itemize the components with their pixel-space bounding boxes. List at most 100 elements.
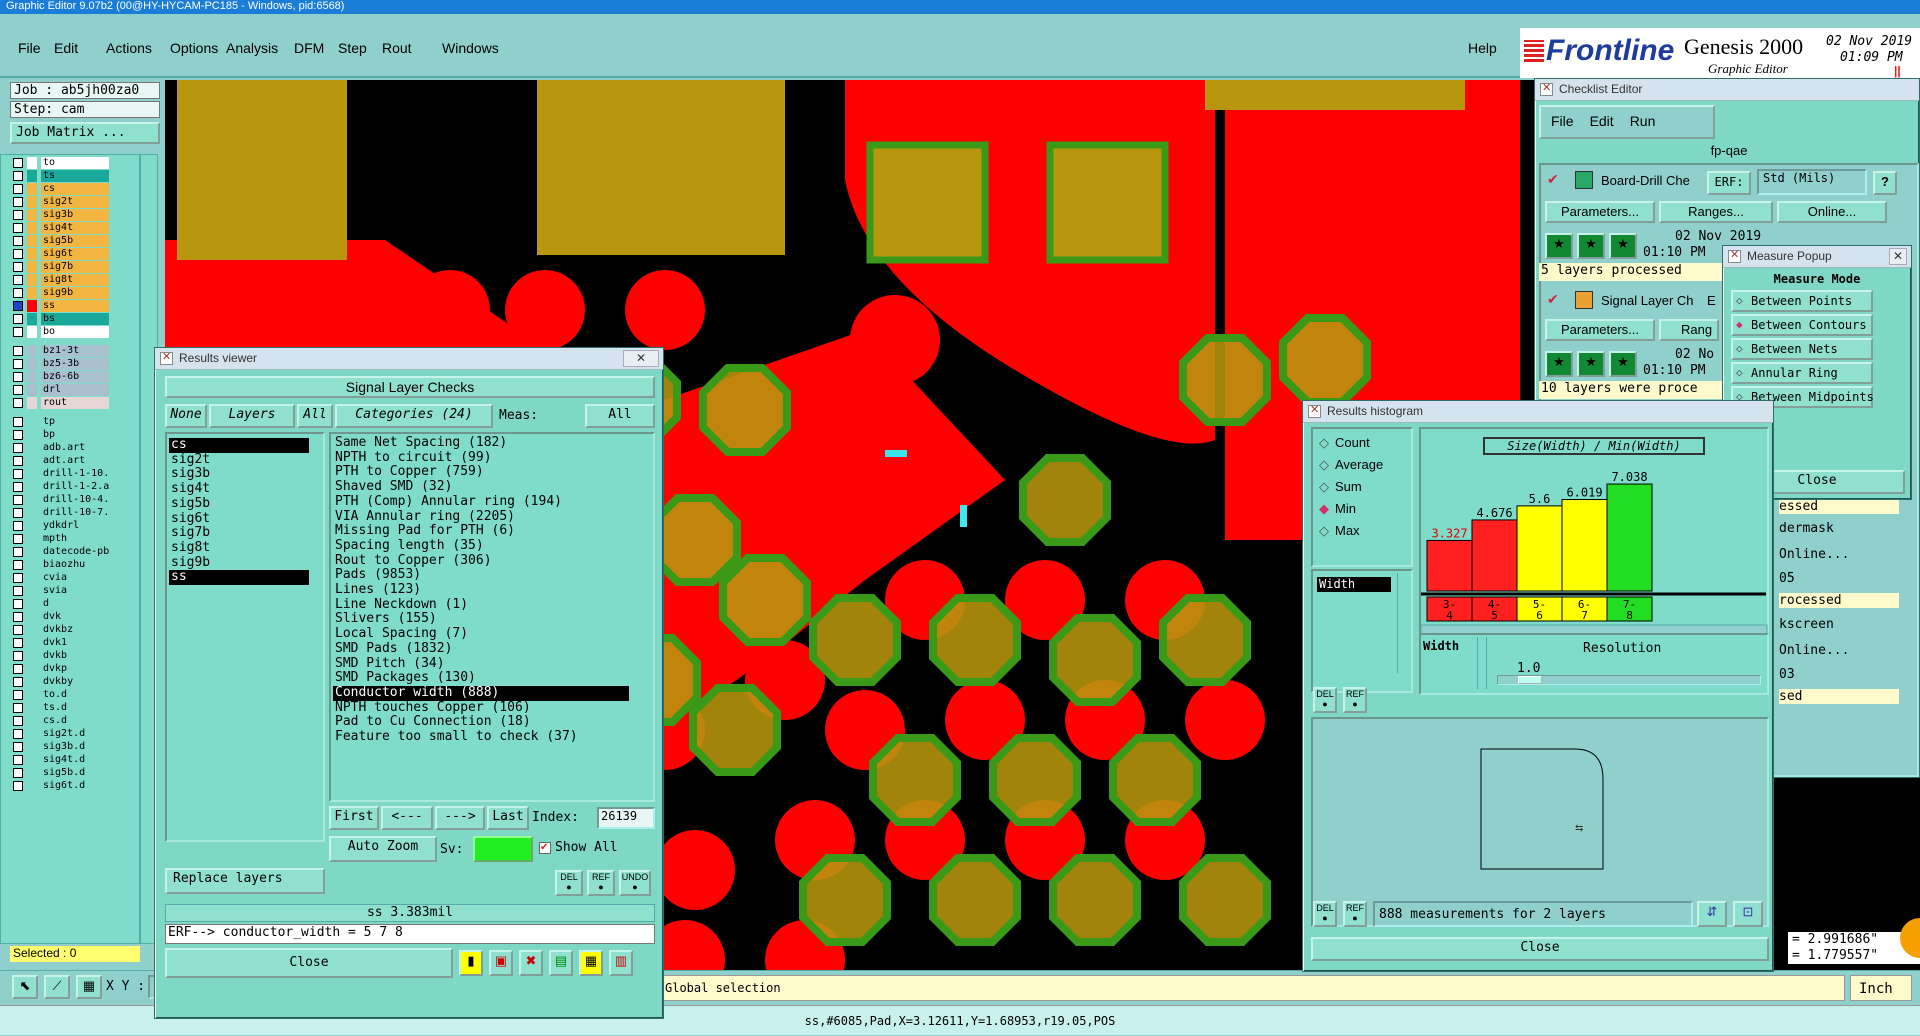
layer-row[interactable]: ydkdrl [13, 520, 109, 533]
layer-name[interactable]: bo [41, 326, 109, 338]
results-layer-item[interactable]: sig4t [169, 481, 309, 497]
sv-color-select[interactable] [473, 836, 533, 862]
layer-name[interactable]: drill-1-10. [41, 468, 109, 480]
layer-row[interactable]: dvk [13, 611, 109, 624]
next-button[interactable]: ---> [435, 806, 485, 830]
histogram-bar[interactable] [1471, 519, 1518, 592]
index-field[interactable]: 26139 [597, 807, 655, 829]
layer-checkbox[interactable] [13, 197, 23, 207]
layer-name[interactable]: drill-1-2.a [41, 481, 109, 493]
layer-checkbox[interactable] [13, 612, 23, 622]
tool-icon-3[interactable]: ✖ [519, 950, 543, 976]
layer-name[interactable]: sig8t [41, 274, 109, 286]
layer-row[interactable]: adb.art [13, 442, 109, 455]
tool-icon-5[interactable]: ▦ [579, 950, 603, 976]
menu-actions[interactable]: Actions [106, 40, 152, 56]
histogram-bar[interactable] [1561, 499, 1608, 592]
units-field[interactable]: Inch [1850, 975, 1912, 1001]
category-item[interactable]: PTH to Copper (759) [333, 465, 629, 480]
resolution-slider[interactable] [1497, 675, 1761, 685]
histogram-bar[interactable] [1516, 505, 1563, 592]
layer-checkbox[interactable] [13, 755, 23, 765]
close-icon[interactable]: ✕ [1889, 248, 1907, 265]
category-item[interactable]: Conductor width (888) [333, 685, 629, 701]
menu-edit[interactable]: Edit [54, 40, 78, 56]
layer-name[interactable]: to [41, 157, 109, 169]
category-item[interactable]: Feature too small to check (37) [333, 729, 629, 745]
tool-icon-2[interactable]: ▣ [489, 950, 513, 976]
layer-checkbox[interactable] [13, 599, 23, 609]
layer-name[interactable]: bz5-3b [41, 358, 109, 370]
layer-name[interactable]: tp [41, 416, 109, 428]
layer-checkbox[interactable] [13, 158, 23, 168]
ranges-button-1[interactable]: Ranges... [1659, 201, 1773, 223]
layer-name[interactable]: sig5b [41, 235, 109, 247]
tool-measure-icon[interactable]: ⟋ [44, 975, 70, 999]
layer-checkbox[interactable] [13, 521, 23, 531]
results-layer-item[interactable]: sig7b [169, 526, 309, 541]
ref-button[interactable]: REF ● [587, 870, 615, 896]
measure-mode-option[interactable]: Between Points [1731, 290, 1873, 312]
layer-row[interactable]: sig6t.d [13, 780, 109, 793]
measure-mode-option[interactable]: Between Nets [1731, 338, 1873, 360]
layer-name[interactable]: dvkb [41, 650, 109, 662]
category-item[interactable]: Pad to Cu Connection (18) [333, 715, 629, 730]
layer-checkbox[interactable] [13, 171, 23, 181]
layer-checkbox[interactable] [13, 236, 23, 246]
category-item[interactable]: SMD Pads (1832) [333, 641, 629, 657]
layer-checkbox[interactable] [13, 690, 23, 700]
histogram-mode-max[interactable]: Max [1319, 523, 1360, 539]
layer-name[interactable]: adb.art [41, 442, 109, 454]
chart-icon[interactable]: ▥ [609, 950, 633, 976]
layer-checkbox[interactable] [13, 638, 23, 648]
layer-row[interactable]: d [13, 598, 109, 611]
layer-checkbox[interactable] [13, 385, 23, 395]
width-scroll[interactable] [1477, 637, 1487, 689]
results-close-button[interactable]: Close [165, 948, 453, 978]
layer-name[interactable]: sig4t [41, 222, 109, 234]
layer-checkbox[interactable] [13, 359, 23, 369]
layer-checkbox[interactable] [13, 482, 23, 492]
layer-name[interactable]: ss [41, 300, 109, 312]
layer-name[interactable]: svia [41, 585, 109, 597]
layer-row[interactable]: ts.d [13, 702, 109, 715]
layer-row[interactable]: bp [13, 429, 109, 442]
menu-dfm[interactable]: DFM [294, 40, 324, 56]
category-item[interactable]: Slivers (155) [333, 612, 629, 627]
menu-options[interactable]: Options [170, 40, 218, 56]
hist-tool-1[interactable]: ⇵ [1697, 901, 1727, 927]
layer-name[interactable]: ydkdrl [41, 520, 109, 532]
category-item[interactable]: SMD Packages (130) [333, 671, 629, 686]
show-all-checkbox[interactable]: ✔ [539, 842, 551, 854]
layer-name[interactable]: sig2t.d [41, 728, 109, 740]
checklist-menu-file[interactable]: File [1551, 113, 1574, 137]
layer-name[interactable]: d [41, 598, 109, 610]
layer-checkbox[interactable] [13, 560, 23, 570]
run-icon-5[interactable]: ★ [1577, 351, 1605, 377]
histogram-mode-average[interactable]: Average [1319, 457, 1383, 473]
menu-step[interactable]: Step [338, 40, 367, 56]
layer-name[interactable]: cs.d [41, 715, 109, 727]
menu-help[interactable]: Help [1468, 40, 1497, 56]
layer-name[interactable]: sig7b [41, 261, 109, 273]
layer-row[interactable]: sig8t [13, 274, 109, 287]
checklist-menu-run[interactable]: Run [1630, 113, 1656, 137]
category-item[interactable]: Line Neckdown (1) [333, 597, 629, 613]
menu-rout[interactable]: Rout [382, 40, 412, 56]
layer-name[interactable]: cvia [41, 572, 109, 584]
del-button[interactable]: DEL ● [555, 870, 583, 896]
layer-row[interactable]: datecode-pb [13, 546, 109, 559]
histogram-mode-sum[interactable]: Sum [1319, 479, 1362, 495]
category-item[interactable]: Spacing length (35) [333, 538, 629, 554]
run-icon-1[interactable]: ★ [1545, 233, 1573, 259]
measure-titlebar[interactable]: Measure Popup✕ [1723, 246, 1911, 268]
layer-checkbox[interactable] [13, 249, 23, 259]
undo-button[interactable]: UNDO ● [619, 870, 651, 896]
layer-name[interactable]: sig5b.d [41, 767, 109, 779]
layer-row[interactable]: mpth [13, 533, 109, 546]
layer-name[interactable]: biaozhu [41, 559, 109, 571]
histogram-list-item[interactable]: Width [1317, 577, 1391, 592]
params-button-1[interactable]: Parameters... [1545, 201, 1655, 223]
run-icon-6[interactable]: ★ [1609, 351, 1637, 377]
replace-layers-button[interactable]: Replace layers [165, 868, 325, 894]
